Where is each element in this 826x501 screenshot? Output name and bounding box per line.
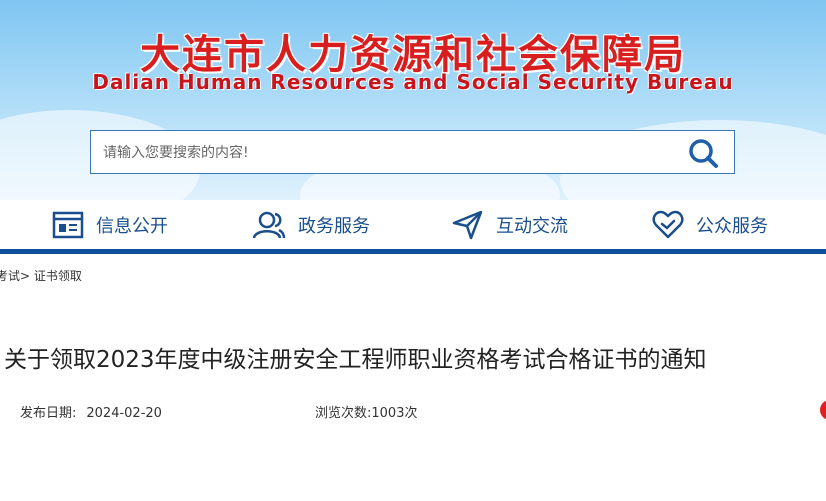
view-count: 浏览次数:1003次 bbox=[315, 402, 417, 421]
article-title: 关于领取2023年度中级注册安全工程师职业资格考试合格证书的通知 bbox=[4, 347, 707, 373]
publish-date: 发布日期: 2024-02-20 bbox=[20, 402, 162, 421]
nav-label: 信息公开 bbox=[96, 216, 168, 237]
heart-check-icon bbox=[652, 210, 684, 239]
nav-item-public-services[interactable]: 公众服务 bbox=[652, 200, 768, 250]
nav-label: 互动交流 bbox=[496, 216, 568, 237]
breadcrumb: 考试> 证书领取 bbox=[0, 267, 82, 284]
search-button[interactable] bbox=[686, 137, 722, 169]
document-list-icon bbox=[52, 211, 84, 239]
search-input[interactable] bbox=[101, 131, 665, 175]
nav-item-interaction[interactable]: 互动交流 bbox=[452, 200, 568, 250]
header-banner: 大连市人力资源和社会保障局 Dalian Human Resources and… bbox=[0, 0, 826, 200]
nav-item-info-disclosure[interactable]: 信息公开 bbox=[52, 200, 168, 250]
nav-divider bbox=[0, 249, 826, 254]
publish-date-label: 发布日期: bbox=[20, 406, 77, 421]
breadcrumb-current[interactable]: 证书领取 bbox=[34, 269, 82, 283]
users-icon bbox=[252, 211, 286, 239]
view-count-value: 1003次 bbox=[371, 406, 418, 421]
breadcrumb-parent[interactable]: 考试 bbox=[0, 269, 20, 283]
search-box bbox=[90, 130, 735, 175]
main-nav: 信息公开 政务服务 互动交流 公众服务 bbox=[0, 200, 826, 250]
breadcrumb-separator: > bbox=[20, 269, 31, 283]
nav-item-government-services[interactable]: 政务服务 bbox=[252, 200, 370, 250]
share-button[interactable] bbox=[820, 400, 826, 420]
site-title-en: Dalian Human Resources and Social Securi… bbox=[92, 70, 734, 94]
view-count-label: 浏览次数: bbox=[315, 406, 372, 421]
send-icon bbox=[452, 210, 483, 240]
publish-date-value: 2024-02-20 bbox=[86, 406, 162, 421]
nav-label: 公众服务 bbox=[696, 216, 768, 237]
search-icon bbox=[689, 139, 718, 168]
nav-label: 政务服务 bbox=[298, 216, 370, 237]
